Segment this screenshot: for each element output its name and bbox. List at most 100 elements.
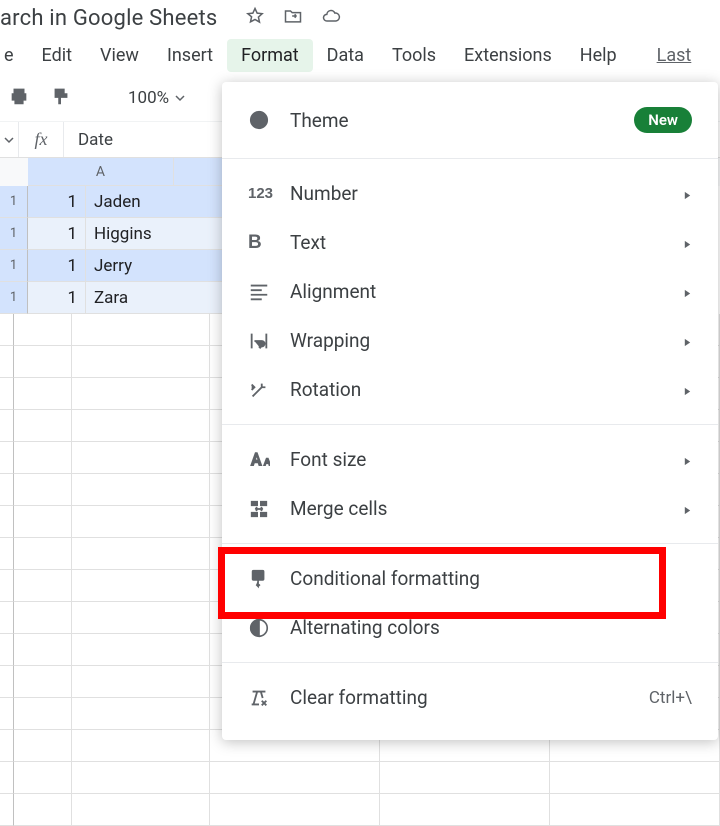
cell[interactable] [380,794,550,826]
row-header[interactable] [0,378,14,410]
menu-item-alternating-colors[interactable]: Alternating colors [222,603,718,652]
cell[interactable]: 1 [28,218,86,250]
document-title[interactable]: arch in Google Sheets [0,6,217,31]
menu-separator [222,424,718,425]
row-header[interactable] [0,794,14,826]
select-all-corner[interactable] [0,158,28,186]
cell[interactable] [14,698,72,730]
cell[interactable] [72,474,210,506]
cell[interactable]: Higgins [86,218,224,250]
cell[interactable]: 1 [28,186,86,218]
cell[interactable]: Jerry [86,250,224,282]
menu-data[interactable]: Data [313,39,378,72]
menu-item-rotation[interactable]: Rotation [222,365,718,414]
menu-item-merge[interactable]: Merge cells [222,484,718,533]
cell[interactable]: Jaden [86,186,224,218]
menu-view[interactable]: View [86,39,153,72]
cell[interactable] [72,634,210,666]
row-header[interactable]: 1 [0,282,28,314]
menu-last-edit[interactable]: Last [643,39,706,72]
cloud-icon[interactable] [321,6,341,30]
move-folder-icon[interactable] [283,6,303,30]
column-header-a[interactable]: A [28,158,174,186]
row-header[interactable] [0,538,14,570]
formula-value[interactable]: Date [64,130,113,150]
cell[interactable] [72,442,210,474]
cell[interactable] [72,538,210,570]
cell[interactable] [72,410,210,442]
row-header[interactable] [0,474,14,506]
cell[interactable] [72,602,210,634]
cell[interactable]: 1 [28,250,86,282]
cell[interactable] [72,506,210,538]
cell[interactable] [14,346,72,378]
menu-item-number[interactable]: 123 Number [222,169,718,218]
print-icon[interactable] [8,85,30,111]
name-box-dropdown[interactable] [0,135,18,145]
cell[interactable]: 1 [28,282,86,314]
cell[interactable] [72,762,210,794]
cell[interactable] [72,794,210,826]
cell[interactable] [72,570,210,602]
cell[interactable] [14,442,72,474]
row-header[interactable] [0,346,14,378]
row-header[interactable]: 1 [0,218,28,250]
cell[interactable] [14,634,72,666]
cell[interactable]: Zara [86,282,224,314]
cell[interactable] [210,794,380,826]
row-header[interactable]: 1 [0,186,28,218]
row-header[interactable] [0,314,14,346]
cell[interactable] [14,794,72,826]
menu-help[interactable]: Help [566,39,631,72]
cell[interactable] [72,314,210,346]
row-header[interactable] [0,762,14,794]
row-header[interactable] [0,442,14,474]
cell[interactable] [72,346,210,378]
cell[interactable] [14,378,72,410]
star-icon[interactable] [245,6,265,30]
cell[interactable] [210,762,380,794]
cell[interactable] [14,314,72,346]
cell[interactable] [14,762,72,794]
menu-item-fontsize[interactable]: Font size [222,435,718,484]
row-header[interactable] [0,634,14,666]
cell[interactable] [14,538,72,570]
cell[interactable] [14,730,72,762]
cell[interactable] [14,506,72,538]
cell[interactable] [14,602,72,634]
menu-file[interactable]: e [0,39,28,72]
menu-item-wrapping[interactable]: Wrapping [222,316,718,365]
row-header[interactable] [0,602,14,634]
row-header[interactable]: 1 [0,250,28,282]
cell[interactable] [72,730,210,762]
row-header[interactable] [0,410,14,442]
menu-insert[interactable]: Insert [153,39,227,72]
cell[interactable] [72,698,210,730]
menu-format[interactable]: Format [227,39,313,72]
row-header[interactable] [0,666,14,698]
zoom-select[interactable]: 100% [128,88,185,108]
row-header[interactable] [0,506,14,538]
cell[interactable] [550,762,720,794]
row-header[interactable] [0,698,14,730]
menu-tools[interactable]: Tools [378,39,450,72]
cell[interactable] [380,762,550,794]
menu-edit[interactable]: Edit [28,39,86,72]
fontsize-icon [248,449,290,471]
cell[interactable] [72,378,210,410]
cell[interactable] [550,794,720,826]
menu-item-clear-formatting[interactable]: Clear formatting Ctrl+\ [222,673,718,722]
cell[interactable] [72,666,210,698]
cell[interactable] [14,410,72,442]
cell[interactable] [14,666,72,698]
cell[interactable] [14,570,72,602]
menu-extensions[interactable]: Extensions [450,39,566,72]
paint-format-icon[interactable] [50,85,72,111]
row-header[interactable] [0,570,14,602]
menu-item-theme[interactable]: Theme New [222,92,718,148]
row-header[interactable] [0,730,14,762]
menu-item-conditional-formatting[interactable]: Conditional formatting [222,554,718,603]
menu-item-text[interactable]: B Text [222,218,718,267]
cell[interactable] [14,474,72,506]
menu-item-alignment[interactable]: Alignment [222,267,718,316]
